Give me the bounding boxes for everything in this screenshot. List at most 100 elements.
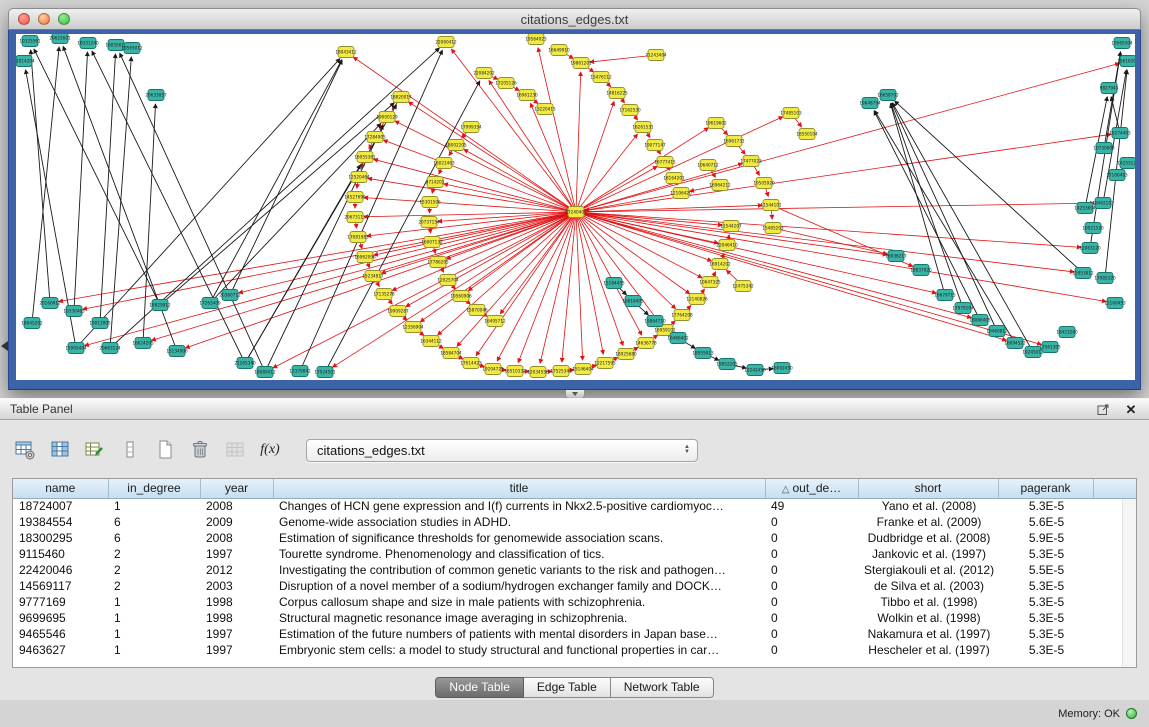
cell-year[interactable]: 2009 — [200, 514, 273, 530]
graph-node[interactable]: 12160453 — [1104, 298, 1126, 309]
graph-node[interactable]: 15616304 — [1117, 56, 1135, 67]
cell-in-degree[interactable]: 6 — [108, 530, 200, 546]
column-header-name[interactable]: name — [13, 479, 108, 498]
cell-short[interactable]: Franke et al. (2009) — [858, 514, 998, 530]
table-row[interactable]: 9115460 2 1997 Tourette syndrome. Phenom… — [13, 546, 1136, 562]
graph-node[interactable]: 14816225 — [606, 88, 628, 99]
graph-node[interactable]: 15905404 — [65, 343, 87, 354]
graph-node[interactable]: 14253122 — [1117, 158, 1135, 169]
graph-node[interactable]: 14636778 — [635, 338, 657, 349]
graph-node[interactable]: 15485203 — [762, 223, 784, 234]
graph-node[interactable]: 19000129 — [376, 112, 398, 123]
graph-node[interactable]: 12014204 — [16, 56, 35, 67]
graph-node[interactable]: 10730603 — [1093, 143, 1115, 154]
graph-edge[interactable] — [892, 103, 1033, 352]
cell-short[interactable]: Nakamura et al. (1997) — [858, 626, 998, 642]
graph-node[interactable]: 19909287 — [387, 306, 409, 317]
graph-edge[interactable] — [239, 212, 576, 293]
graph-node[interactable]: 18043412 — [335, 47, 357, 58]
graph-node[interactable]: 18089412 — [254, 367, 276, 378]
graph-node[interactable]: 16495712 — [484, 316, 506, 327]
column-header-short[interactable]: short — [858, 479, 998, 498]
graph-node[interactable]: 18925680 — [615, 349, 637, 360]
graph-edge[interactable] — [409, 102, 576, 212]
graph-node[interactable]: 22084202 — [473, 68, 495, 79]
graph-node[interactable]: 18837920 — [910, 265, 932, 276]
cell-pagerank[interactable]: 5.3E-5 — [998, 610, 1093, 626]
graph-edge[interactable] — [74, 52, 88, 311]
cell-in-degree[interactable]: 1 — [108, 626, 200, 642]
graph-node[interactable]: 12063120 — [1079, 243, 1101, 254]
cell-short[interactable]: Dudbridge et al. (2008) — [858, 530, 998, 546]
graph-node[interactable]: 10325561 — [19, 36, 41, 47]
cell-year[interactable]: 1998 — [200, 594, 273, 610]
table-scrollbar[interactable] — [1122, 499, 1136, 667]
graph-node[interactable]: 20673113 — [344, 212, 366, 223]
cell-in-degree[interactable]: 2 — [108, 562, 200, 578]
graph-edge[interactable] — [576, 203, 1094, 212]
graph-edge[interactable] — [576, 212, 1006, 340]
table-row[interactable]: 19384554 6 2009 Genome-wide association … — [13, 514, 1136, 530]
graph-node[interactable]: 16961731 — [723, 136, 745, 147]
cell-out-degree[interactable]: 0 — [765, 514, 858, 530]
graph-node[interactable]: 12356904 — [402, 322, 424, 333]
network-canvas[interactable]: 1724040918043412220604121956402316649910… — [16, 34, 1135, 380]
cell-title[interactable]: Embryonic stem cells: a model to study s… — [273, 642, 765, 658]
graph-node[interactable]: 9827943 — [1100, 83, 1119, 94]
graph-node[interactable]: 17135278 — [373, 289, 395, 300]
graph-node[interactable]: 15870046 — [466, 305, 488, 316]
table-row[interactable]: 9699695 1 1998 Structural magnetic reson… — [13, 610, 1136, 626]
cell-name[interactable]: 14569117 — [13, 578, 108, 594]
cell-short[interactable]: de Silva et al. (2003) — [858, 578, 998, 594]
graph-node[interactable]: 12034556 — [527, 367, 549, 378]
cell-out-degree[interactable]: 0 — [765, 610, 858, 626]
graph-node[interactable]: 20633057 — [145, 90, 167, 101]
cell-out-degree[interactable]: 0 — [765, 546, 858, 562]
graph-node[interactable]: 17100463 — [1106, 170, 1128, 181]
graph-node[interactable]: 16679715 — [934, 290, 956, 301]
graph-edge[interactable] — [576, 212, 583, 360]
cell-year[interactable]: 1998 — [200, 610, 273, 626]
graph-node[interactable]: 16021520 — [1082, 223, 1104, 234]
cell-short[interactable]: Stergiakouli et al. (2012) — [858, 562, 998, 578]
cell-pagerank[interactable]: 5.3E-5 — [998, 594, 1093, 610]
graph-node[interactable]: 15476112 — [590, 72, 612, 83]
graph-node[interactable]: 17979104 — [952, 303, 974, 314]
graph-node[interactable]: 18066405 — [969, 315, 991, 326]
cell-name[interactable]: 9777169 — [13, 594, 108, 610]
graph-node[interactable]: 18164201 — [663, 173, 685, 184]
graph-node[interactable]: 11544207 — [720, 221, 742, 232]
graph-node[interactable]: 19077147 — [644, 140, 666, 151]
cell-in-degree[interactable]: 1 — [108, 498, 200, 514]
graph-node[interactable]: 17162530 — [619, 105, 641, 116]
graph-node[interactable]: 18945202 — [21, 318, 43, 329]
graph-edge[interactable] — [160, 103, 394, 305]
graph-node[interactable]: 15134906 — [166, 346, 188, 357]
graph-node[interactable]: 15234817 — [362, 271, 384, 282]
graph-edge[interactable] — [92, 51, 245, 363]
graph-node[interactable]: 21265340 — [234, 358, 256, 369]
column-header-title[interactable]: title — [273, 479, 765, 498]
cell-pagerank[interactable]: 5.5E-5 — [998, 562, 1093, 578]
graph-node[interactable]: 16964212 — [709, 180, 731, 191]
graph-node[interactable]: 17240409 — [565, 207, 587, 218]
graph-node[interactable]: 19864710 — [644, 316, 666, 327]
graph-edge[interactable] — [576, 166, 657, 212]
graph-node[interactable]: 19013905 — [89, 318, 111, 329]
cell-out-degree[interactable]: 0 — [765, 562, 858, 578]
cell-name[interactable]: 18300295 — [13, 530, 108, 546]
graph-node[interactable]: 19619602 — [705, 118, 727, 129]
cell-in-degree[interactable]: 2 — [108, 578, 200, 594]
cell-pagerank[interactable]: 5.3E-5 — [998, 498, 1093, 514]
graph-edge[interactable] — [576, 102, 614, 212]
graph-node[interactable]: 16092450 — [771, 363, 793, 374]
cell-year[interactable]: 2012 — [200, 562, 273, 578]
graph-node[interactable]: 17205126 — [495, 78, 517, 89]
graph-node[interactable]: 20663124 — [99, 343, 121, 354]
cell-title[interactable]: Structural magnetic resonance image aver… — [273, 610, 765, 626]
cell-name[interactable]: 22420046 — [13, 562, 108, 578]
graph-edge[interactable] — [576, 205, 762, 212]
cell-in-degree[interactable]: 1 — [108, 594, 200, 610]
cell-name[interactable]: 18724007 — [13, 498, 108, 514]
graph-node[interactable]: 19560906 — [450, 291, 472, 302]
